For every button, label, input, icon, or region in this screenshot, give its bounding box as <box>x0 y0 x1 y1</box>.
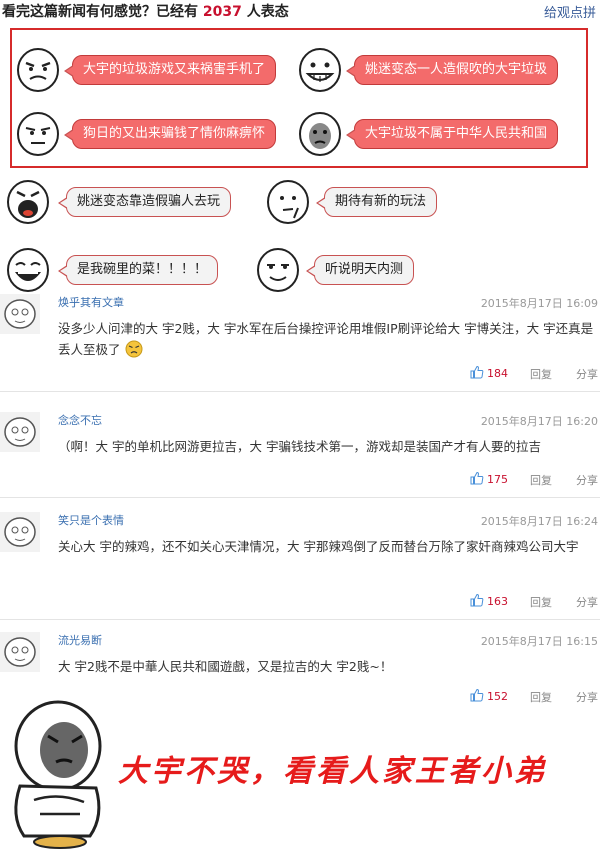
like-count: 152 <box>487 690 508 703</box>
comment-actions: 163 回复 分享 <box>470 593 598 609</box>
reaction-bubble: 狗日的又出来骗钱了情你麻痹怀 <box>63 119 277 149</box>
comment-actions: 184 回复 分享 <box>470 365 598 381</box>
reaction-header: 看完这篇新闻有何感觉？已经有 2037 人表态 给观点拼 <box>0 0 600 24</box>
like-button[interactable] <box>470 593 487 610</box>
comment-timestamp: 2015年8月17日 16:09 <box>480 297 598 310</box>
reaction-prompt-suffix: 人表态 <box>246 4 289 20</box>
reaction-bubble: 姚迷变态靠造假骗人去玩 <box>57 187 232 217</box>
like-button[interactable] <box>470 688 487 705</box>
comment-username[interactable]: 念念不忘 <box>58 412 102 428</box>
reaction-item[interactable]: 大宇垃圾不属于中华人民共和国 <box>296 110 566 158</box>
comment-item: 笑只是个表情 2015年8月17日 16:24 关心大 宇的辣鸡，还不如关心天津… <box>0 510 600 620</box>
crying-meme-face-icon <box>14 700 102 849</box>
shout-face-icon <box>7 180 49 224</box>
avatar[interactable] <box>0 294 40 334</box>
reaction-item[interactable]: 听说明天内测 <box>254 246 454 294</box>
meme-face-icon <box>17 112 59 156</box>
like-button[interactable] <box>470 471 487 488</box>
reaction-prompt: 看完这篇新闻有何感觉？已经有 2037 人表态 <box>2 1 289 21</box>
comment-timestamp: 2015年8月17日 16:24 <box>480 515 598 528</box>
reaction-item[interactable]: 期待有新的玩法 <box>264 178 464 226</box>
comment-item: 念念不忘 2015年8月17日 16:20 （啊！大 宇的单机比网游更拉吉，大 … <box>0 410 600 498</box>
comment-text: （啊！大 宇的单机比网游更拉吉，大 宇骗钱技术第一，游戏却是装国产才有人要的拉吉 <box>58 439 541 454</box>
reaction-count: 2037 <box>202 4 242 20</box>
give-opinion-link[interactable]: 给观点拼 <box>544 2 596 21</box>
comment-text: 关心大 宇的辣鸡，还不如关心天津情况，大 宇那辣鸡倒了反而替台万除了家奸商辣鸡公… <box>58 539 579 554</box>
comment-timestamp: 2015年8月17日 16:20 <box>480 415 598 428</box>
reply-button[interactable]: 回复 <box>530 472 552 488</box>
reply-button[interactable]: 回复 <box>530 689 552 705</box>
reply-button[interactable]: 回复 <box>530 366 552 382</box>
thumbs-up-icon <box>470 688 484 702</box>
reaction-bubble: 听说明天内测 <box>305 255 415 285</box>
smirk-face-icon <box>257 248 299 292</box>
reaction-bubble: 期待有新的玩法 <box>315 187 438 217</box>
comment-text: 没多少人问津的大 宇2贱，大 宇水军在后台操控评论用堆假IP刷评论给大 宇博关注… <box>58 318 594 360</box>
avatar[interactable] <box>0 512 40 552</box>
comment-text: 大 宇2贱不是中華人民共和國遊戲，又是拉吉的大 宇2贱~！ <box>58 659 393 674</box>
reply-button[interactable]: 回复 <box>530 594 552 610</box>
comment-actions: 175 回复 分享 <box>470 471 598 487</box>
thumbs-up-icon <box>470 471 484 485</box>
reaction-item[interactable]: 是我碗里的菜！！！！ <box>4 246 264 294</box>
like-count: 175 <box>487 473 508 486</box>
comment-username[interactable]: 流光易断 <box>58 632 102 648</box>
rage-face-icon <box>17 48 59 92</box>
like-count: 163 <box>487 595 508 608</box>
comment-item: 焕乎其有文章 2015年8月17日 16:09 没多少人问津的大 宇2贱，大 宇… <box>0 292 600 392</box>
comment-username[interactable]: 笑只是个表情 <box>58 512 124 528</box>
reaction-bubble: 姚迷变态一人造假吹的大宇垃圾 <box>345 55 559 85</box>
reaction-item[interactable]: 姚迷变态一人造假吹的大宇垃圾 <box>296 46 566 94</box>
reaction-item[interactable]: 姚迷变态靠造假骗人去玩 <box>4 178 264 226</box>
reaction-item[interactable]: 大宇的垃圾游戏又来祸害手机了 <box>14 46 284 94</box>
laugh-face-icon <box>7 248 49 292</box>
grin-face-icon <box>299 48 341 92</box>
share-button[interactable]: 分享 <box>576 689 598 705</box>
footer-caption: 大宇不哭，看看人家王者小弟 <box>118 754 547 789</box>
avatar[interactable] <box>0 632 40 672</box>
avatar[interactable] <box>0 412 40 452</box>
reaction-prompt-prefix: 看完这篇新闻有何感觉？已经有 <box>2 4 198 20</box>
share-button[interactable]: 分享 <box>576 594 598 610</box>
reaction-bubble: 大宇的垃圾游戏又来祸害手机了 <box>63 55 277 85</box>
reaction-item[interactable]: 狗日的又出来骗钱了情你麻痹怀 <box>14 110 284 158</box>
thinking-face-icon <box>267 180 309 224</box>
reaction-bubble: 是我碗里的菜！！！！ <box>57 255 219 285</box>
reaction-bubble: 大宇垃圾不属于中华人民共和国 <box>345 119 559 149</box>
comment-username[interactable]: 焕乎其有文章 <box>58 294 124 310</box>
share-button[interactable]: 分享 <box>576 472 598 488</box>
thumbs-up-icon <box>470 593 484 607</box>
angry-emoji-icon <box>125 340 142 358</box>
thumbs-up-icon <box>470 365 484 379</box>
like-count: 184 <box>487 367 508 380</box>
share-button[interactable]: 分享 <box>576 366 598 382</box>
sad-face-icon <box>299 112 341 156</box>
like-button[interactable] <box>470 365 487 382</box>
comment-actions: 152 回复 分享 <box>470 688 598 704</box>
comment-timestamp: 2015年8月17日 16:15 <box>480 635 598 648</box>
